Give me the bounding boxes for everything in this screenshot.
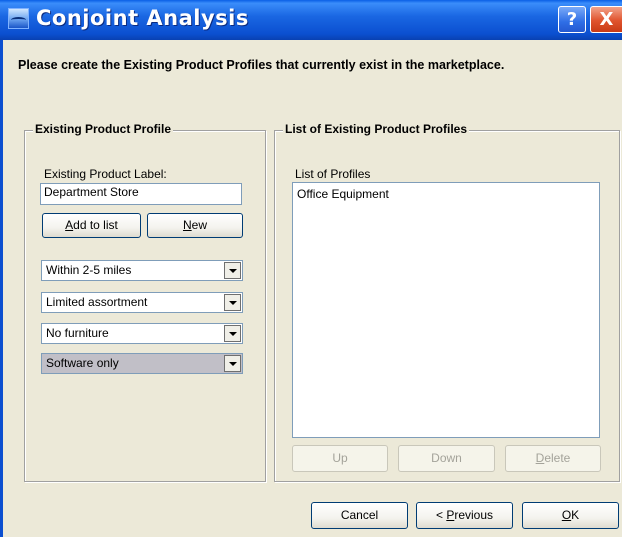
attribute-dropdown-value: No furniture xyxy=(46,326,109,340)
attribute-dropdown-value: Limited assortment xyxy=(46,295,148,309)
new-label: ew xyxy=(191,218,207,232)
chevron-down-icon[interactable] xyxy=(224,294,241,311)
close-button[interactable]: X xyxy=(590,6,622,33)
down-button[interactable]: Down xyxy=(398,445,495,472)
ok-button[interactable]: OK xyxy=(522,502,619,529)
profiles-listbox[interactable]: Office Equipment xyxy=(292,182,600,438)
ok-label: K xyxy=(571,508,580,522)
chevron-down-icon[interactable] xyxy=(224,325,241,342)
add-to-list-button[interactable]: Add to list xyxy=(42,213,141,238)
add-to-list-label: dd to list xyxy=(73,218,118,232)
chevron-down-icon[interactable] xyxy=(224,355,241,372)
instructions-text: Please create the Existing Product Profi… xyxy=(18,58,505,72)
product-label-caption: Existing Product Label: xyxy=(44,167,167,181)
new-mnemonic: N xyxy=(182,218,192,232)
window-border xyxy=(0,40,3,537)
attribute-dropdown-value: Within 2-5 miles xyxy=(46,263,132,277)
previous-label: revious xyxy=(454,508,494,522)
list-item[interactable]: Office Equipment xyxy=(297,187,389,201)
chevron-down-icon[interactable] xyxy=(224,262,241,279)
ok-mnemonic: O xyxy=(561,508,572,522)
add-to-list-mnemonic: A xyxy=(65,218,74,232)
attribute-dropdown-software[interactable]: Software only xyxy=(41,353,243,374)
window-title: Conjoint Analysis xyxy=(36,6,249,30)
delete-button[interactable]: Delete xyxy=(505,445,601,472)
attribute-dropdown-distance[interactable]: Within 2-5 miles xyxy=(41,260,243,281)
attribute-dropdown-assortment[interactable]: Limited assortment xyxy=(41,292,243,313)
profiles-list-caption: List of Profiles xyxy=(295,167,371,181)
product-label-input[interactable]: Department Store xyxy=(40,183,242,205)
previous-button[interactable]: < Previous xyxy=(416,502,513,529)
existing-profile-group-title: Existing Product Profile xyxy=(33,122,174,136)
profiles-list-group-title: List of Existing Product Profiles xyxy=(283,122,470,136)
new-button[interactable]: New xyxy=(147,213,243,238)
previous-prefix: < xyxy=(435,508,447,522)
cancel-button[interactable]: Cancel xyxy=(311,502,408,529)
title-bar[interactable]: Conjoint Analysis ? X xyxy=(0,0,622,40)
app-icon xyxy=(8,8,29,29)
delete-label: elete xyxy=(544,451,571,465)
attribute-dropdown-furniture[interactable]: No furniture xyxy=(41,323,243,344)
delete-mnemonic: D xyxy=(535,451,545,465)
attribute-dropdown-value: Software only xyxy=(46,356,119,370)
help-button[interactable]: ? xyxy=(558,6,586,33)
up-button[interactable]: Up xyxy=(292,445,388,472)
